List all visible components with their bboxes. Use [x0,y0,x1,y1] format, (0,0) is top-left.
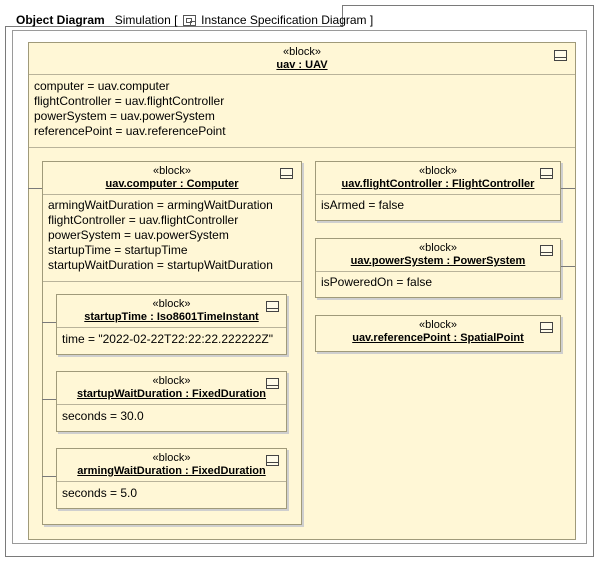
block-startup-wait-duration[interactable]: «block» startupWaitDuration : FixedDurat… [56,371,287,432]
stereotype-label: «block» [152,375,191,387]
stereotype-label: «block» [419,319,457,331]
stereotype-label: «block» [419,242,457,254]
block-name: startupWaitDuration : FixedDuration [76,388,267,400]
slot: referencePoint = uav.referencePoint [34,124,226,138]
separator [57,404,286,405]
separator [43,194,301,195]
connector-stub [28,188,42,189]
stereotype-label: «block» [152,452,191,464]
slot: computer = uav.computer [34,79,170,93]
block-name: uav.flightController : FlightController [341,178,535,190]
compartment-icon[interactable] [280,168,293,179]
separator [316,271,560,272]
slot-list: seconds = 5.0 [62,486,137,501]
connector-stub [42,322,56,323]
compartment-icon[interactable] [540,168,553,179]
slot: flightController = uav.flightController [48,213,239,227]
stereotype-label: «block» [419,165,457,177]
block-name: uav.powerSystem : PowerSystem [350,255,526,267]
connector-stub [561,266,575,267]
compartment-icon[interactable] [266,455,279,466]
block-power-system[interactable]: «block» uav.powerSystem : PowerSystem is… [315,238,561,298]
separator [57,327,286,328]
connector-stub [42,399,56,400]
bracket-close: ] [369,13,374,27]
instance-diagram-icon [182,15,196,26]
slot: powerSystem = uav.powerSystem [34,109,215,123]
stereotype-label: «block» [152,298,191,310]
block-name: uav : UAV [276,59,328,71]
slot: isPoweredOn = false [321,275,433,289]
slot-list: seconds = 30.0 [62,409,144,424]
compartment-icon[interactable] [540,245,553,256]
diagram-kind: Object Diagram [16,13,105,27]
compartment-icon[interactable] [554,50,567,61]
compartment-icon[interactable] [540,322,553,333]
separator [29,147,575,148]
diagram-name: Simulation [114,13,171,27]
slot: startupWaitDuration = startupWaitDuratio… [48,258,273,272]
slot: seconds = 30.0 [62,409,144,423]
connector-stub [42,476,56,477]
slot: time = "2022-02-22T22:22:22.222222Z" [62,332,273,346]
compartment-icon[interactable] [266,301,279,312]
block-arming-wait-duration[interactable]: «block» armingWaitDuration : FixedDurati… [56,448,287,509]
block-name: armingWaitDuration : FixedDuration [77,465,266,477]
slot: seconds = 5.0 [62,486,138,500]
slot: startupTime = startupTime [48,243,188,257]
slot: armingWaitDuration = armingWaitDuration [48,198,273,212]
block-name: uav.computer : Computer [105,178,239,190]
separator [43,281,301,282]
block-reference-point[interactable]: «block» uav.referencePoint : SpatialPoin… [315,315,561,352]
slot-list: computer = uav.computer flightController… [34,79,226,139]
slot: powerSystem = uav.powerSystem [48,228,229,242]
slot-list: armingWaitDuration = armingWaitDuration … [48,198,273,273]
block-name: uav.referencePoint : SpatialPoint [352,332,524,344]
separator [316,194,560,195]
block-name: startupTime : Iso8601TimeInstant [84,311,259,323]
stereotype-label: «block» [283,46,321,58]
slot-list: isPoweredOn = false [321,275,432,290]
connector-stub [561,188,575,189]
diagram-title-tab[interactable]: Object Diagram Simulation [ Instance Spe… [5,5,373,27]
separator [29,74,575,75]
compartment-icon[interactable] [266,378,279,389]
slot-list: isArmed = false [321,198,404,213]
diagram-title: Object Diagram Simulation [ Instance Spe… [16,13,373,27]
block-startup-time[interactable]: «block» startupTime : Iso8601TimeInstant… [56,294,287,355]
slot: isArmed = false [321,198,405,212]
bracket-open: [ [174,13,178,27]
stereotype-label: «block» [153,165,191,177]
separator [57,481,286,482]
slot-list: time = "2022-02-22T22:22:22.222222Z" [62,332,273,347]
diagram-type: Instance Specification Diagram [201,13,367,27]
block-flight-controller[interactable]: «block» uav.flightController : FlightCon… [315,161,561,221]
slot: flightController = uav.flightController [34,94,225,108]
